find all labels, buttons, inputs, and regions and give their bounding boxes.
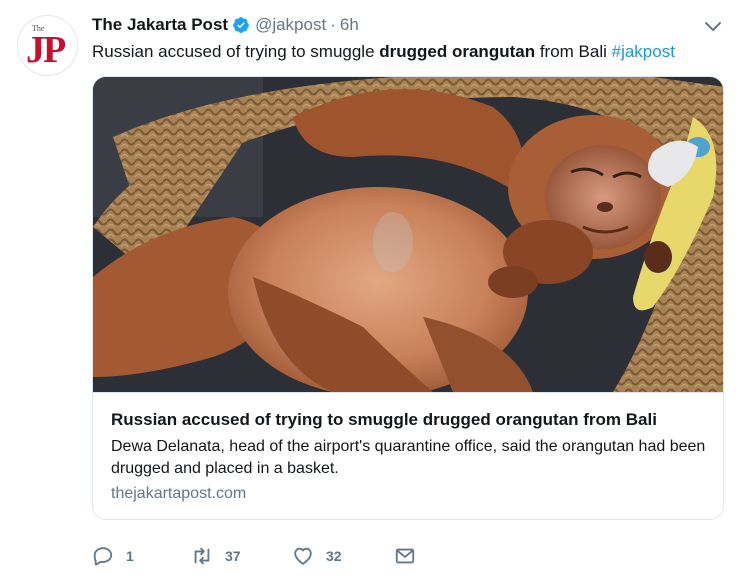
- direct-message-icon: [395, 548, 415, 564]
- retweet-count: 37: [225, 548, 241, 564]
- chevron-down-icon[interactable]: [704, 20, 722, 34]
- author-handle[interactable]: @jakpost: [255, 15, 326, 35]
- reply-icon: [93, 547, 113, 566]
- card-url[interactable]: thejakartapost.com: [111, 485, 246, 503]
- tweet-actions: 1 37 32: [92, 544, 432, 568]
- link-card[interactable]: Russian accused of trying to smuggle dru…: [92, 76, 724, 520]
- tweet-text-bold: drugged orangutan: [379, 42, 536, 61]
- retweet-icon: [194, 547, 210, 565]
- avatar-logo-text: JP: [26, 29, 66, 71]
- tweet-header: The Jakarta Post @jakpost · 6h: [92, 14, 359, 36]
- reply-button[interactable]: 1: [92, 544, 134, 568]
- direct-message-button[interactable]: [394, 544, 416, 568]
- hashtag-link[interactable]: #jakpost: [612, 42, 675, 61]
- tweet[interactable]: The JP The Jakarta Post @jakpost · 6h Ru…: [0, 0, 746, 582]
- verified-badge-icon: [233, 17, 249, 33]
- like-count: 32: [326, 548, 342, 564]
- card-description: Dewa Delanata, head of the airport's qua…: [111, 438, 706, 477]
- tweet-timestamp[interactable]: 6h: [340, 15, 359, 35]
- card-body[interactable]: Russian accused of trying to smuggle dru…: [93, 392, 723, 519]
- author-name[interactable]: The Jakarta Post: [92, 15, 228, 35]
- like-button[interactable]: 32: [292, 544, 342, 568]
- tweet-text-start: Russian accused of trying to smuggle: [92, 42, 380, 61]
- reply-count: 1: [126, 548, 134, 564]
- heart-icon: [294, 547, 312, 565]
- retweet-button[interactable]: 37: [191, 544, 241, 568]
- card-image-orangutan[interactable]: [93, 77, 724, 392]
- card-title[interactable]: Russian accused of trying to smuggle dru…: [111, 410, 657, 430]
- tweet-text: Russian accused of trying to smuggle dru…: [92, 41, 675, 63]
- separator-dot: ·: [330, 15, 336, 34]
- tweet-text-end: from Bali: [535, 42, 612, 61]
- avatar[interactable]: The JP: [17, 15, 78, 76]
